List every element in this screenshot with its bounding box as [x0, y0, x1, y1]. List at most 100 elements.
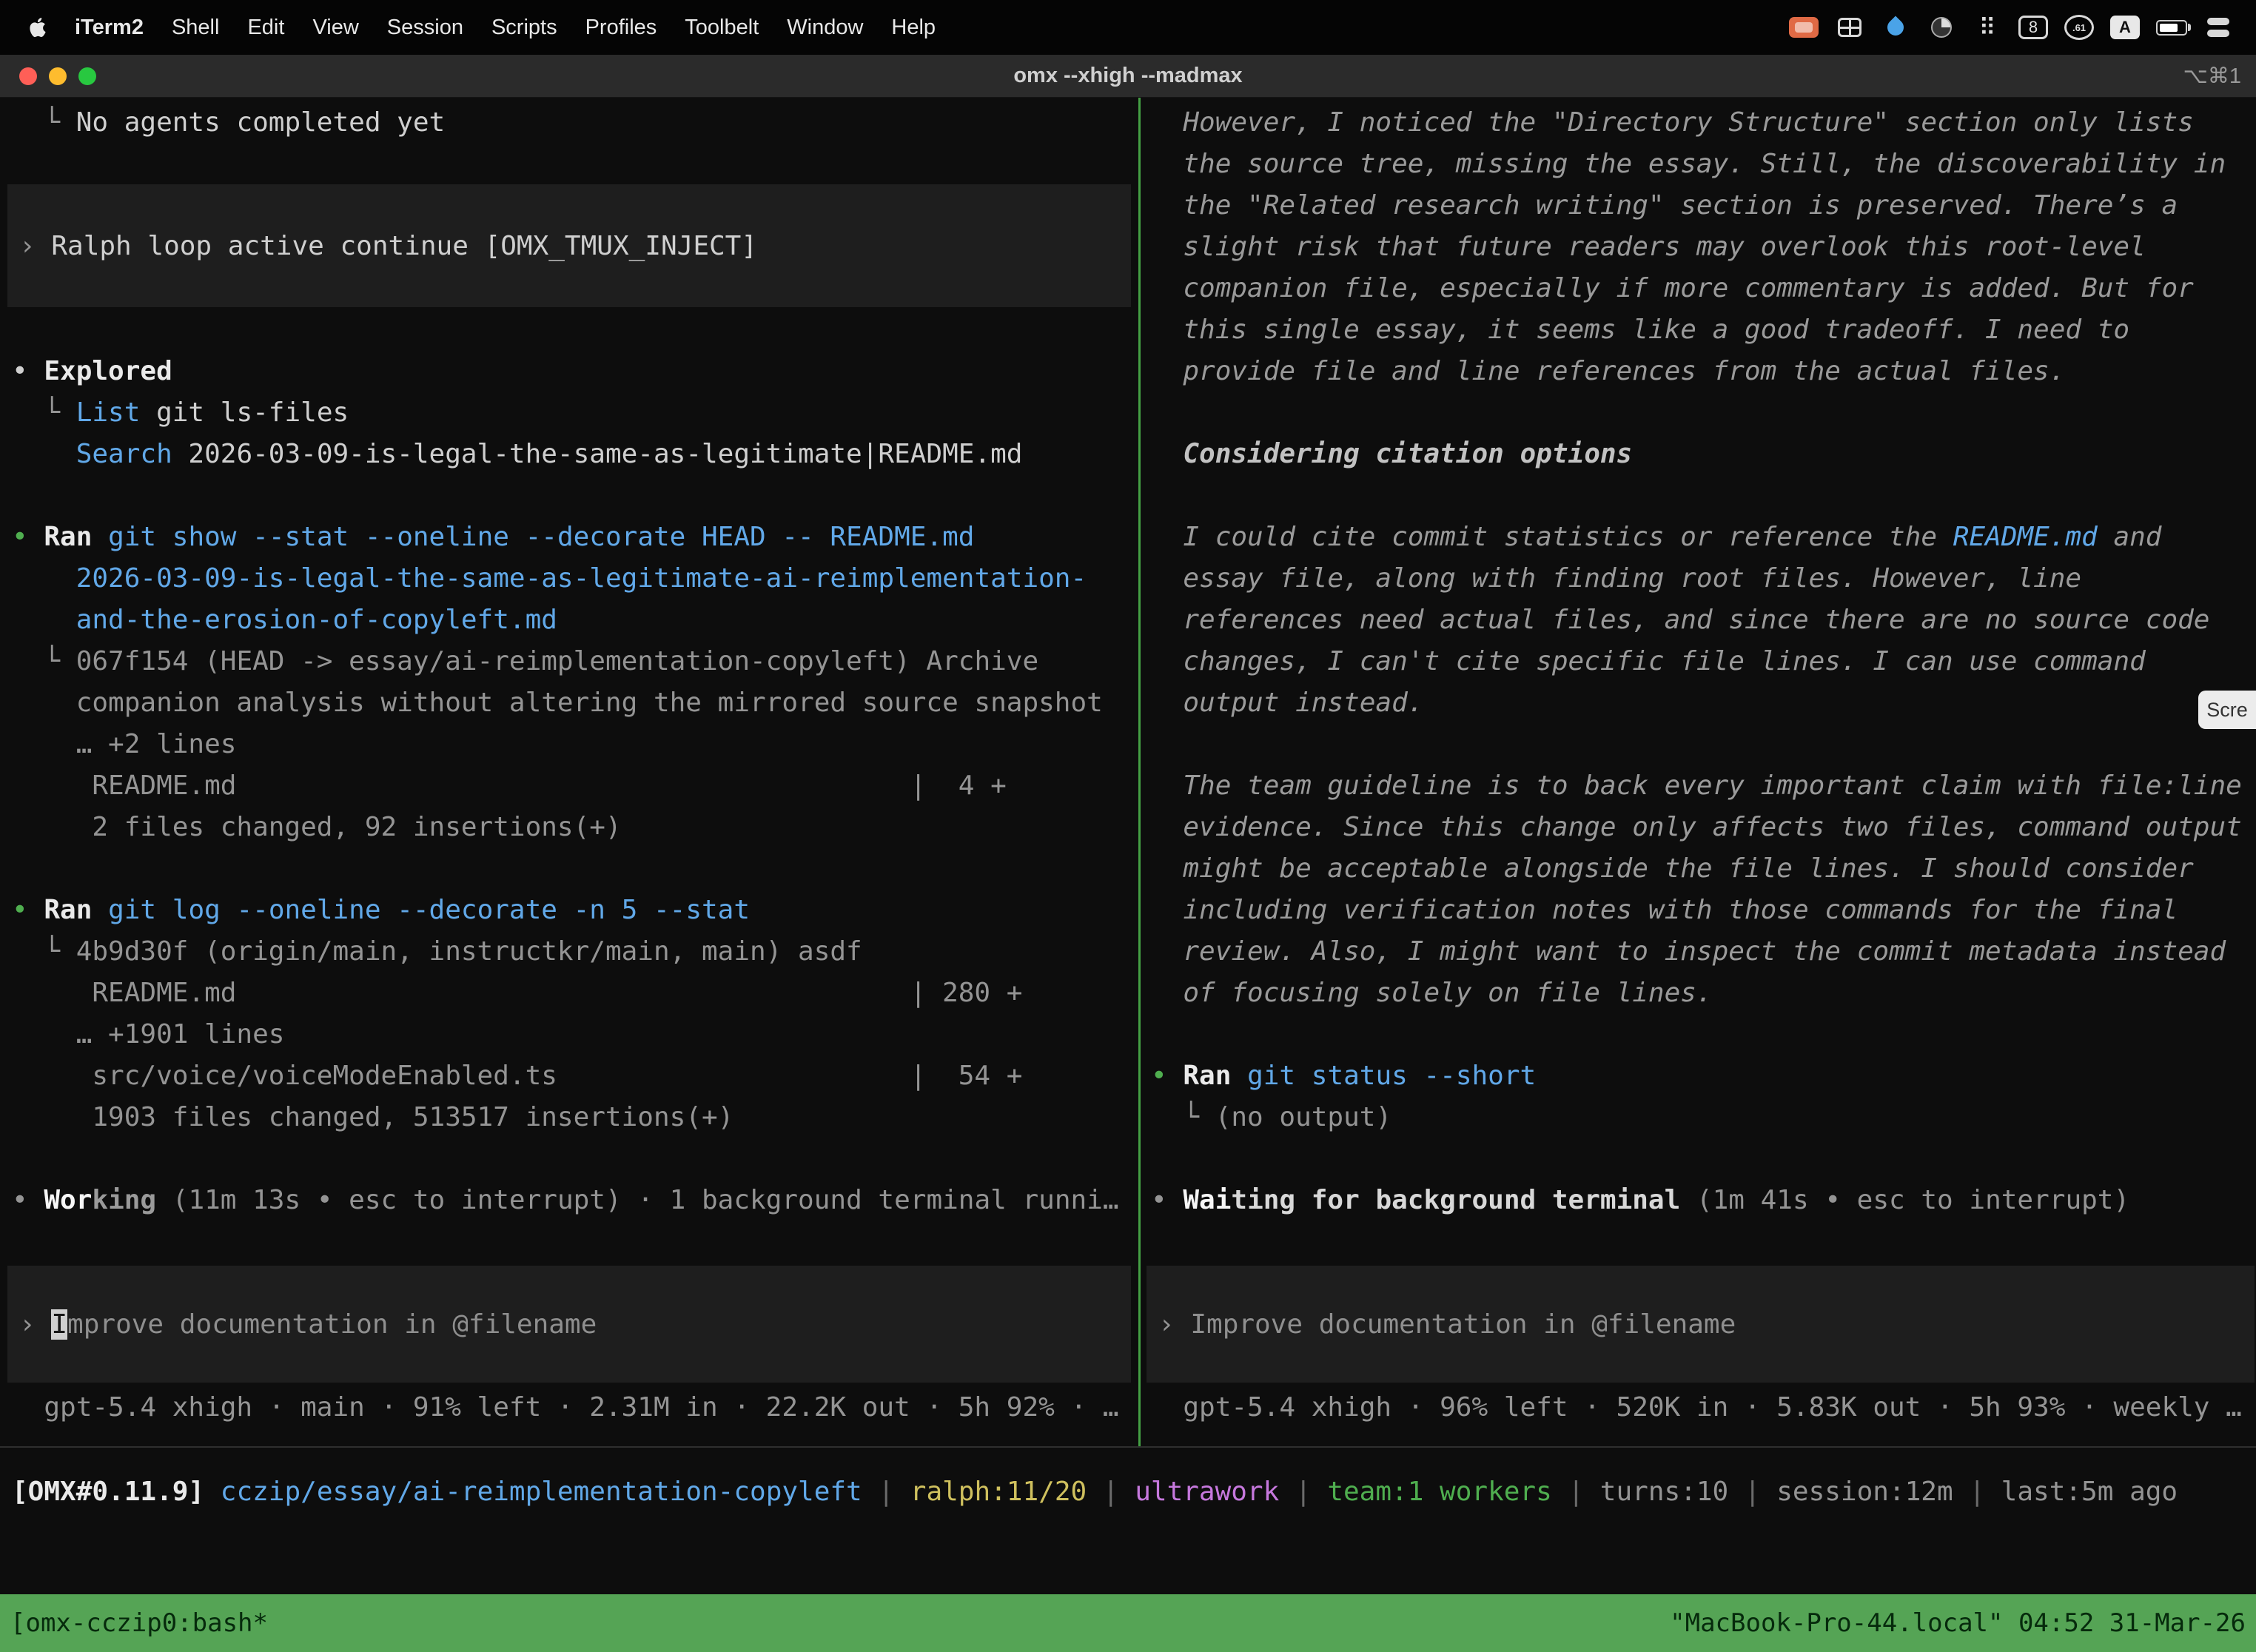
terminal-line: I could cite commit statistics or refere…	[1151, 517, 2256, 558]
menu-item-shell[interactable]: Shell	[158, 16, 234, 40]
terminal-line: output instead.	[1151, 682, 2256, 724]
terminal-line: • Ran git status --short	[1151, 1055, 2256, 1097]
terminal-line: might be acceptable alongside the file l…	[1151, 848, 2256, 890]
terminal-line: └ List git ls-files	[12, 392, 1138, 434]
terminal-line: evidence. Since this change only affects…	[1151, 807, 2256, 848]
number-key-icon[interactable]: 8	[2018, 16, 2048, 39]
screen-recording-indicator-icon[interactable]	[1789, 17, 1819, 38]
terminal-line: including verification notes with those …	[1151, 890, 2256, 931]
terminal-line: review. Also, I might want to inspect th…	[1151, 931, 2256, 973]
menu-item-session[interactable]: Session	[373, 16, 477, 40]
terminal-line: the "Related research writing" section i…	[1151, 185, 2256, 226]
terminal-line: • Ran git show --stat --oneline --decora…	[12, 517, 1138, 558]
menu-item-view[interactable]: View	[298, 16, 372, 40]
terminal-line	[1151, 1221, 2256, 1263]
terminal-line: • Working (11m 13s • esc to interrupt) ·…	[12, 1180, 1138, 1221]
terminal-line	[12, 475, 1138, 517]
terminal-line	[1151, 475, 2256, 517]
battery-nub	[2188, 24, 2191, 31]
terminal-line: 2 files changed, 92 insertions(+)	[12, 807, 1138, 848]
left-pane-output: └ No agents completed yet• Explored └ Li…	[0, 98, 1138, 1428]
macos-menu-bar: iTerm2ShellEditViewSessionScriptsProfile…	[0, 0, 2256, 55]
screen-button[interactable]: Scre	[2198, 691, 2256, 729]
terminal-line: changes, I can't cite specific file line…	[1151, 641, 2256, 682]
terminal-line	[12, 226, 1138, 268]
apple-menu-icon[interactable]	[15, 18, 61, 37]
terminal-line	[12, 144, 1138, 185]
terminal-line: of focusing solely on file lines.	[1151, 973, 2256, 1014]
terminal-line	[1151, 724, 2256, 765]
window-title-bar: omx --xhigh --madmax ⌥⌘1	[0, 55, 2256, 98]
menu-item-window[interactable]: Window	[773, 16, 877, 40]
battery-icon[interactable]	[2156, 20, 2187, 36]
terminal-line	[12, 185, 1138, 226]
droplet-icon[interactable]	[1881, 10, 1910, 44]
terminal-line	[12, 848, 1138, 890]
terminal-line	[1151, 1263, 2256, 1304]
right-pane-output: However, I noticed the "Directory Struct…	[1141, 98, 2256, 1428]
menu-item-scripts[interactable]: Scripts	[477, 16, 571, 40]
terminal-line	[1151, 1346, 2256, 1387]
right-agent-pane: › Improve documentation in @filename How…	[1141, 98, 2256, 1446]
terminal-line	[1151, 392, 2256, 434]
terminal-line: references need actual files, and since …	[1151, 600, 2256, 641]
terminal-line: gpt-5.4 xhigh · 96% left · 520K in · 5.8…	[1151, 1387, 2256, 1428]
window-title: omx --xhigh --madmax	[0, 64, 2256, 88]
terminal-line: 1903 files changed, 513517 insertions(+)	[12, 1097, 1138, 1138]
close-button[interactable]	[19, 67, 37, 85]
grid-glyph	[1838, 18, 1861, 37]
terminal-line: provide file and line references from th…	[1151, 351, 2256, 392]
terminal-line: Considering citation options	[1151, 434, 2256, 475]
terminal-line	[12, 1304, 1138, 1346]
dots-grid-icon[interactable]: ⠿	[1973, 10, 2002, 44]
control-center-icon[interactable]	[2203, 10, 2233, 44]
terminal-line: … +2 lines	[12, 724, 1138, 765]
gauge-icon[interactable]: .61	[2064, 15, 2094, 40]
grid-icon[interactable]	[1835, 10, 1864, 44]
terminal-line: • Waiting for background terminal (1m 41…	[1151, 1180, 2256, 1221]
terminal-line: src/voice/voiceModeEnabled.ts | 54 +	[12, 1055, 1138, 1097]
tmux-session-info: [omx-cczip0:bash*	[10, 1608, 268, 1638]
terminal-line	[12, 1263, 1138, 1304]
toggle-pill	[2207, 30, 2229, 37]
terminal-line: this single essay, it seems like a good …	[1151, 309, 2256, 351]
terminal-line: However, I noticed the "Directory Struct…	[1151, 102, 2256, 144]
terminal-line: … +1901 lines	[12, 1014, 1138, 1055]
menu-bar-status-icons: ⠿ 8 .61 A	[1781, 10, 2241, 44]
zoom-button[interactable]	[78, 67, 96, 85]
terminal-line: companion file, especially if more comme…	[1151, 268, 2256, 309]
terminal-line: [OMX#0.11.9] cczip/essay/ai-reimplementa…	[12, 1471, 2178, 1513]
omx-session-status-line: [OMX#0.11.9] cczip/essay/ai-reimplementa…	[12, 1471, 2178, 1513]
battery-fill	[2160, 24, 2178, 32]
tab-shortcut-label: ⌥⌘1	[2183, 63, 2241, 89]
terminal-line: slight risk that future readers may over…	[1151, 226, 2256, 268]
recording-inner-square	[1795, 22, 1813, 33]
terminal-line: README.md | 4 +	[12, 765, 1138, 807]
bottom-status-area: [OMX#0.11.9] cczip/essay/ai-reimplementa…	[0, 1446, 2256, 1652]
terminal-line: gpt-5.4 xhigh · main · 91% left · 2.31M …	[12, 1387, 1138, 1428]
terminal-line	[12, 268, 1138, 309]
terminal-line: essay file, along with finding root file…	[1151, 558, 2256, 600]
traffic-lights	[19, 67, 96, 85]
input-source-icon[interactable]: A	[2110, 16, 2140, 39]
terminal-line	[1151, 1304, 2256, 1346]
dark-circle-icon[interactable]	[1927, 10, 1956, 44]
terminal-line: 2026-03-09-is-legal-the-same-as-legitima…	[12, 558, 1138, 600]
droplet-glyph	[1884, 16, 1907, 38]
terminal-line: the source tree, missing the essay. Stil…	[1151, 144, 2256, 185]
menu-item-profiles[interactable]: Profiles	[571, 16, 671, 40]
terminal-line	[1151, 1014, 2256, 1055]
minimize-button[interactable]	[49, 67, 67, 85]
terminal-line: └ 067f154 (HEAD -> essay/ai-reimplementa…	[12, 641, 1138, 682]
terminal-line	[1151, 1138, 2256, 1180]
terminal-line: companion analysis without altering the …	[12, 682, 1138, 724]
terminal-line: • Ran git log --oneline --decorate -n 5 …	[12, 890, 1138, 931]
menu-item-help[interactable]: Help	[877, 16, 950, 40]
menu-item-iterm2[interactable]: iTerm2	[61, 16, 158, 40]
dark-circle-glyph	[1931, 17, 1952, 38]
tmux-host-time: "MacBook-Pro-44.local" 04:52 31-Mar-26	[1670, 1608, 2246, 1638]
menu-item-edit[interactable]: Edit	[233, 16, 298, 40]
menu-item-toolbelt[interactable]: Toolbelt	[671, 16, 773, 40]
terminal-line: and-the-erosion-of-copyleft.md	[12, 600, 1138, 641]
toggle-pill	[2207, 18, 2229, 25]
